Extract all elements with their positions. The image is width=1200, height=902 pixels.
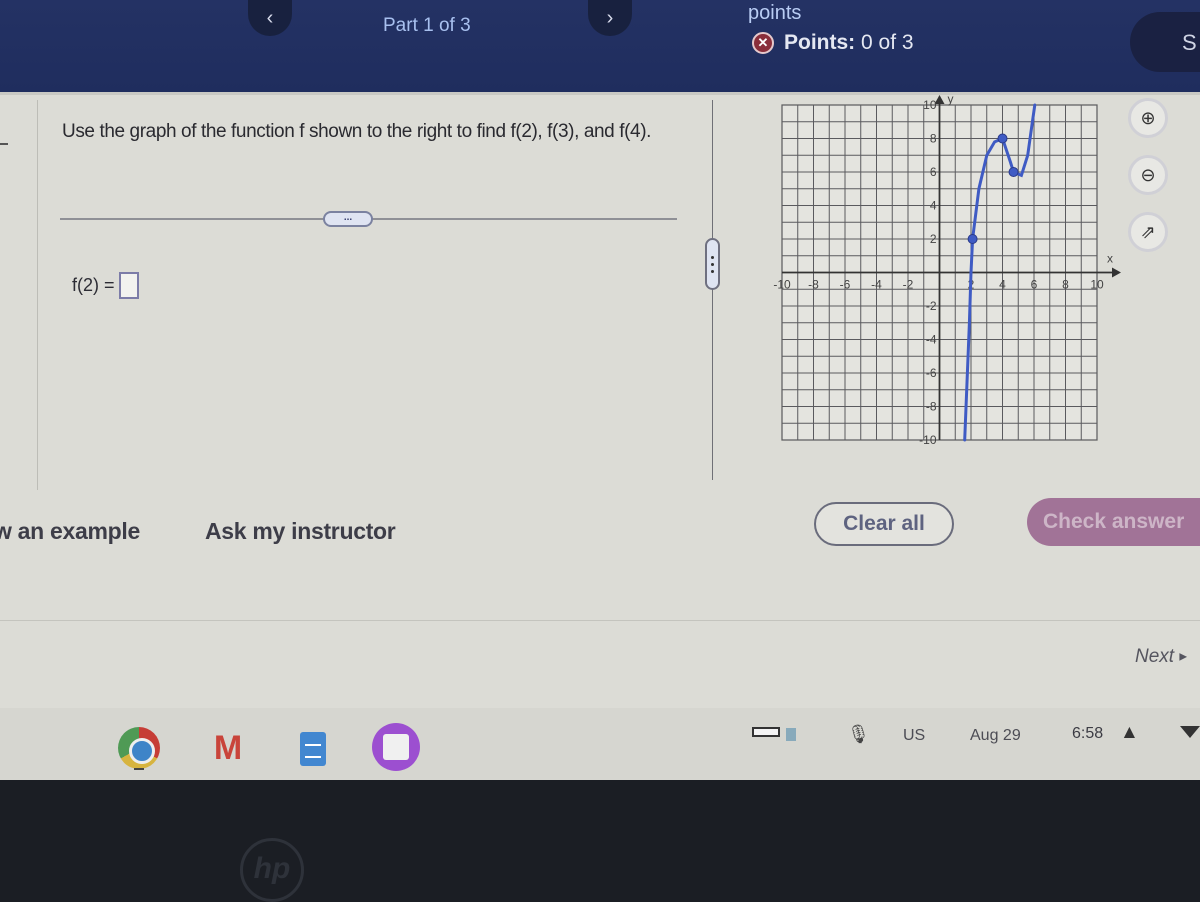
next-label: Next [1135,646,1175,667]
points-label: Points: [784,31,856,54]
function-graph: xy -10 -8 -6 -4 -2 2 4 6 8 10 10 8 6 4 2 -2 -4 -6 -8 -10 [770,92,1130,455]
points-status: ✕ Points: 0 of 3 [752,31,914,55]
x-tick-label: 10 [1090,278,1104,292]
time-display[interactable]: 6:58 [1072,725,1103,743]
zoom-out-icon: ⊖ [1140,164,1156,185]
chrome-app-icon[interactable] [118,727,160,769]
incorrect-x-icon: ✕ [752,32,774,54]
graph-point [1008,167,1019,177]
panel-resize-handle[interactable] [705,238,720,290]
running-indicator [134,768,144,770]
view-example-link[interactable]: w an example [0,518,140,545]
wifi-icon[interactable] [1180,726,1200,738]
zoom-in-button[interactable]: ⊕ [1128,98,1168,138]
collapse-panel-icon[interactable] [0,143,8,155]
ask-instructor-link[interactable]: Ask my instructor [205,518,396,545]
x-tick-label: -2 [903,278,914,292]
panel-splitter-line [712,100,713,480]
x-tick-label: -4 [871,278,882,292]
next-question-button[interactable]: › [588,0,632,36]
warning-icon[interactable]: ▲ [1120,722,1139,744]
docs-app-icon[interactable] [300,732,326,766]
clear-all-button[interactable]: Clear all [814,502,954,546]
previous-question-button[interactable]: ‹ [248,0,292,36]
x-axis-arrow [1112,267,1121,278]
x-tick-label: 6 [1031,278,1038,292]
open-graph-button[interactable]: ⇗ [1128,212,1168,252]
save-button[interactable]: S [1130,12,1200,72]
left-gutter-divider [37,100,38,490]
gmail-app-icon[interactable]: M [207,727,249,769]
y-tick-label: 6 [930,165,937,179]
y-tick-label: 4 [930,199,937,213]
y-tick-label: -4 [926,333,937,347]
date-display[interactable]: Aug 29 [970,727,1021,745]
x-tick-label: 8 [1062,278,1069,292]
y-tick-label: 8 [930,132,937,146]
x-tick-label: -6 [840,278,851,292]
y-tick-label: 2 [930,232,937,246]
chevron-right-icon: › [606,6,614,29]
answer-row: f(2) = [72,272,139,299]
question-prompt: Use the graph of the function f shown to… [62,121,651,142]
check-answer-button[interactable]: Check answer [1027,498,1200,546]
y-axis-label: y [948,95,954,106]
y-tick-label: -6 [926,366,937,380]
zoom-in-icon: ⊕ [1140,107,1156,128]
zoom-out-button[interactable]: ⊖ [1128,155,1168,195]
x-tick-label: -8 [808,278,819,292]
points-value: 0 of 3 [861,31,914,54]
graph-point [997,133,1008,144]
screen: ‹ Part 1 of 3 › points ✕ Points: 0 of 3 … [0,0,1200,780]
external-link-icon: ⇗ [1140,221,1156,242]
tote-icon[interactable] [786,728,796,741]
graph-point [967,234,978,244]
footer-divider [0,620,1200,621]
answer-label: f(2) = [72,275,115,295]
more-options-button[interactable]: ... [323,211,373,227]
next-button[interactable]: Next ▶ [1135,646,1187,668]
next-arrow-icon: ▶ [1179,651,1188,663]
graph-svg: xy -10 -8 -6 -4 -2 2 4 6 8 10108642-2-4-6-8-10 [773,92,1121,447]
f2-answer-input[interactable] [118,272,139,299]
hp-logo: hp [240,838,304,902]
x-tick-label: -10 [773,278,791,292]
stylus-icon[interactable] [752,727,780,737]
microphone-icon[interactable]: 🎙 [847,724,870,745]
x-axis-label: x [1107,252,1113,266]
points-caption: points [748,2,802,24]
chevron-left-icon: ‹ [266,6,274,29]
x-tick-label: 4 [999,278,1006,292]
y-tick-label: -2 [926,299,937,313]
y-tick-label: -8 [926,400,937,414]
input-method-indicator[interactable]: US [903,727,925,745]
question-header: ‹ Part 1 of 3 › points ✕ Points: 0 of 3 … [0,0,1200,95]
y-tick-label: -10 [919,433,937,447]
y-tick-label: 10 [923,98,937,112]
part-indicator: Part 1 of 3 [383,15,471,36]
canvas-app-icon[interactable] [372,723,420,771]
